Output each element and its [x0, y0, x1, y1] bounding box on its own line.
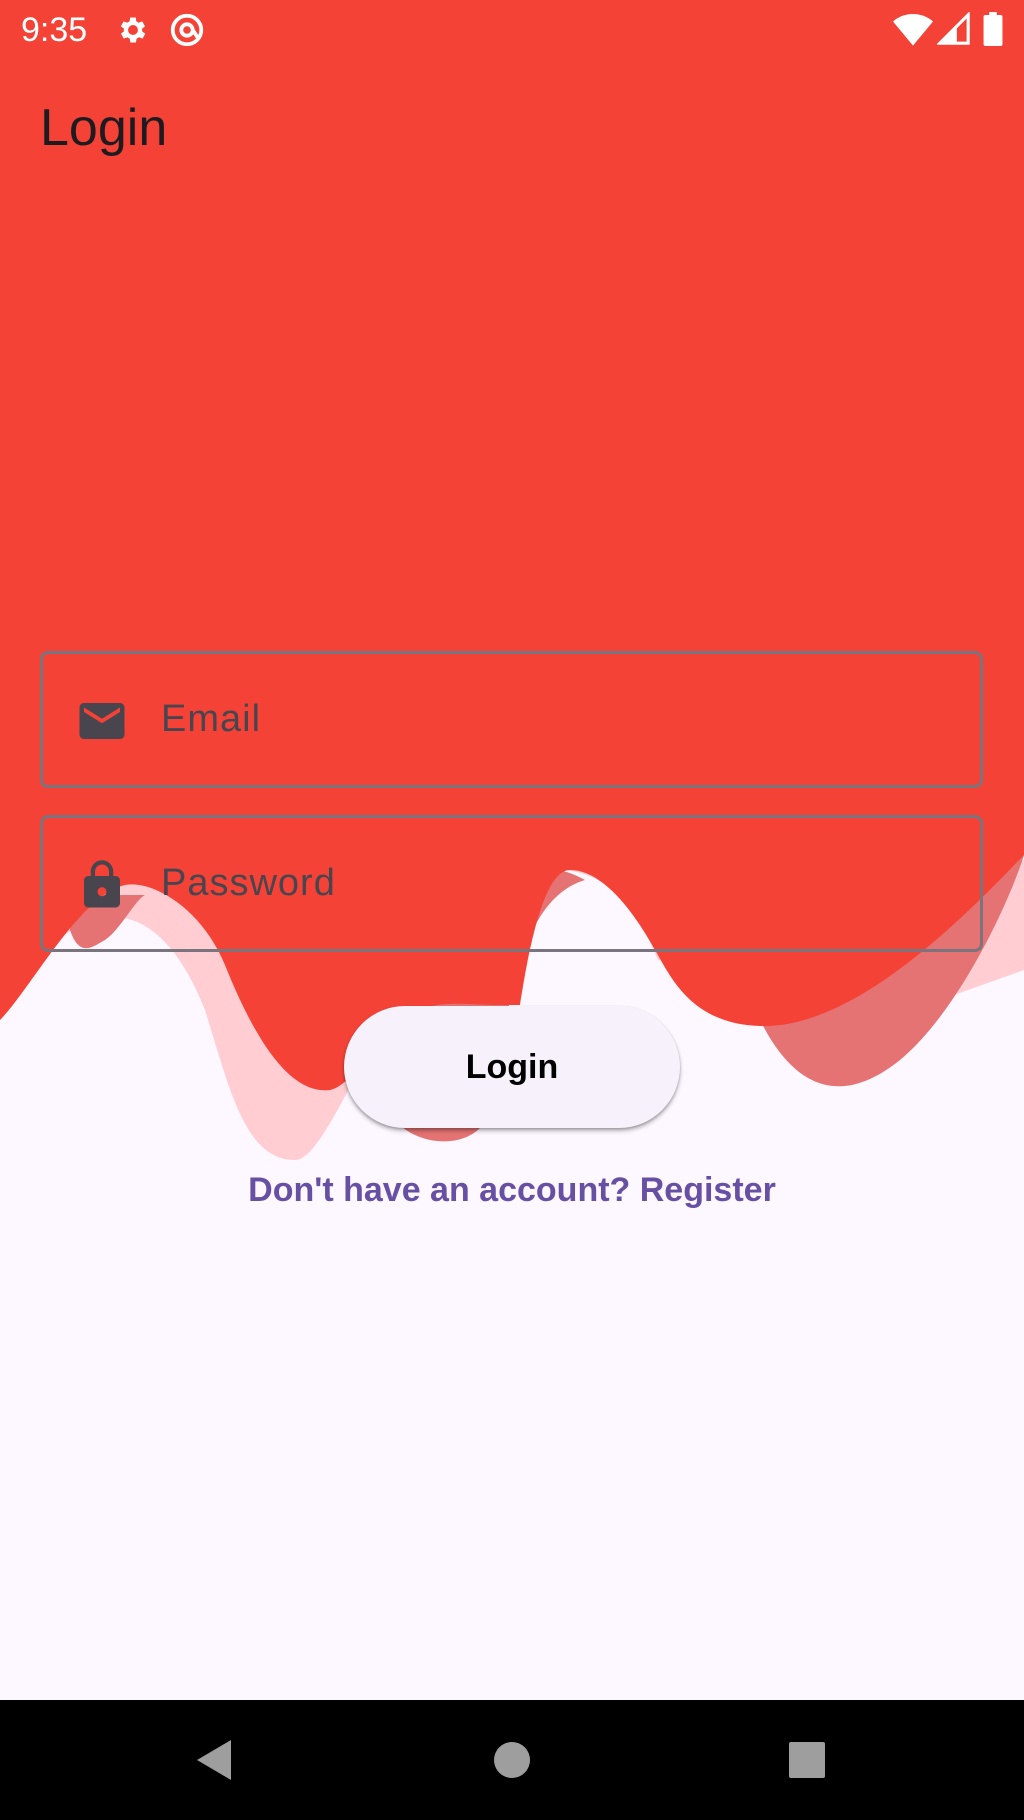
page-title: Login	[40, 99, 168, 157]
navigation-bar	[0, 1700, 1024, 1820]
email-field[interactable]	[40, 651, 983, 788]
status-bar: 9:35	[0, 0, 1024, 60]
home-icon[interactable]	[452, 1700, 572, 1820]
password-input[interactable]	[161, 818, 960, 949]
lock-icon	[75, 858, 129, 912]
login-button[interactable]: Login	[344, 1006, 680, 1128]
at-sign-icon	[168, 11, 206, 49]
wifi-icon	[893, 12, 933, 46]
mail-icon	[75, 694, 129, 748]
back-icon[interactable]	[153, 1700, 273, 1820]
register-link[interactable]: Don't have an account? Register	[0, 1166, 1024, 1214]
login-screen: 9:35 Login Login Don't have an	[0, 0, 1024, 1820]
gear-icon	[116, 13, 150, 47]
status-time: 9:35	[21, 11, 88, 49]
signal-icon	[937, 12, 971, 46]
battery-icon	[983, 12, 1003, 46]
email-input[interactable]	[161, 654, 960, 785]
recents-icon[interactable]	[747, 1700, 867, 1820]
password-field[interactable]	[40, 815, 983, 952]
